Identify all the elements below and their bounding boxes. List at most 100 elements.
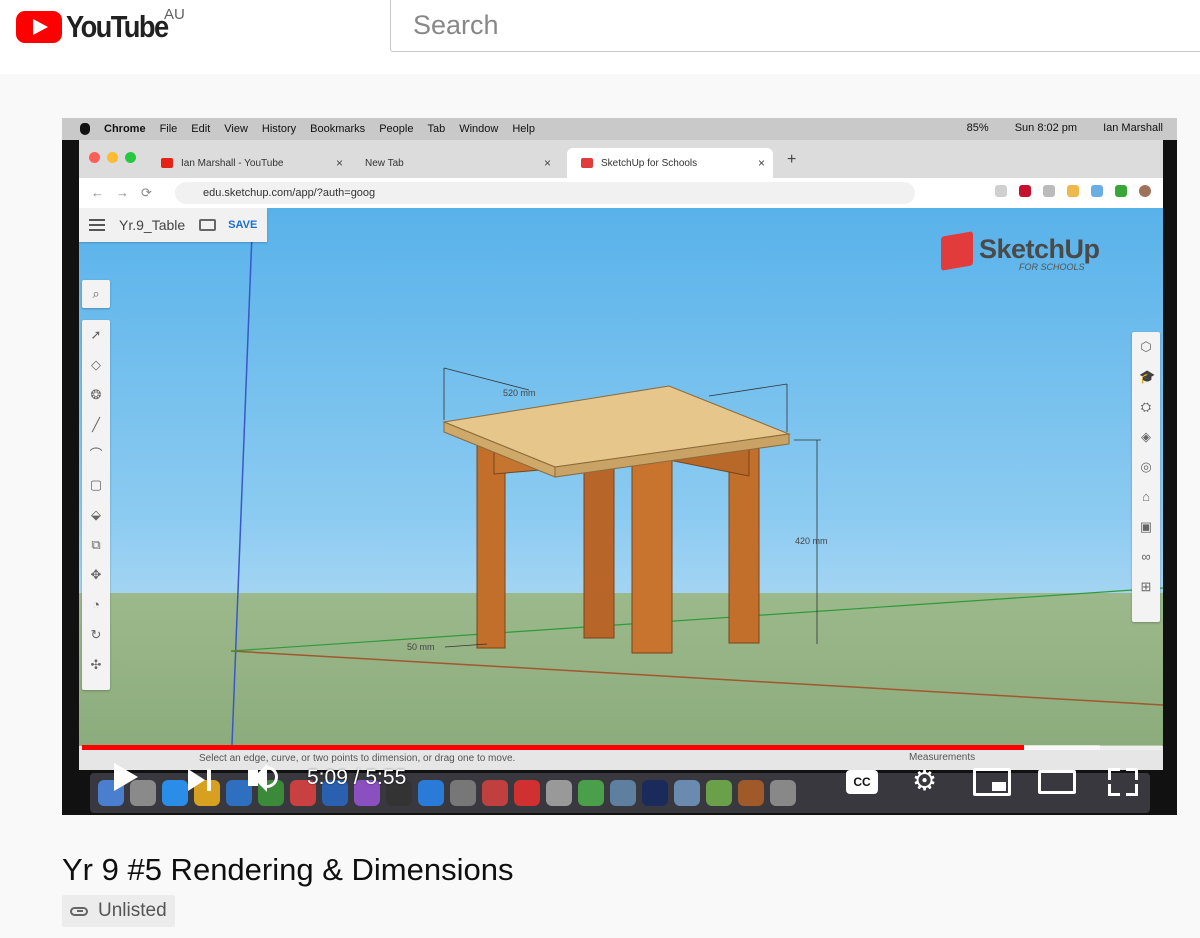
- sketchup-logo: SketchUp FOR SCHOOLS: [941, 231, 1100, 272]
- sketchup-viewport: 520 mm 420 mm 50 mm Yr.9_Table SAVE Sket…: [79, 208, 1163, 770]
- pencil-icon: ╱: [92, 417, 100, 432]
- miniplayer-icon[interactable]: [973, 768, 1011, 796]
- extension-icon: [1115, 185, 1127, 197]
- settings-gear-icon[interactable]: ⚙: [912, 766, 937, 796]
- menu-help: Help: [512, 123, 535, 135]
- extension-icons: [995, 185, 1151, 197]
- calendar-icon: [482, 780, 508, 806]
- eraser-icon: ◇: [91, 357, 101, 372]
- progress-played: [82, 745, 1024, 750]
- window-traffic-lights: [89, 152, 136, 163]
- zoom-light-icon: [125, 152, 136, 163]
- youtube-play-icon: [16, 11, 62, 43]
- url-text: edu.sketchup.com/app/?auth=goog: [203, 187, 376, 199]
- outliner-icon: ⊞: [1140, 579, 1152, 594]
- link-icon: [70, 906, 88, 916]
- visibility-label: Unlisted: [98, 900, 167, 921]
- menu-tab: Tab: [427, 123, 446, 135]
- browser-tab-sketchup: SketchUp for Schools ×: [567, 148, 773, 178]
- folder-icon: [199, 219, 217, 231]
- arc-icon: ⌒: [89, 447, 103, 462]
- save-label: SAVE: [228, 219, 258, 231]
- next-video-icon[interactable]: [188, 769, 205, 791]
- measurements-label: Measurements: [909, 752, 976, 763]
- country-code: AU: [164, 6, 185, 23]
- tab-label: New Tab: [365, 157, 404, 169]
- select-arrow-icon: ➚: [90, 327, 102, 342]
- blue-axis: [230, 208, 254, 770]
- battery-level: 85%: [966, 122, 989, 134]
- paint-bucket-icon: ❂: [90, 387, 102, 402]
- tab-close-icon: ×: [543, 156, 551, 170]
- app-icon: [610, 780, 636, 806]
- search-box[interactable]: [390, 0, 1200, 52]
- sketchup-favicon-icon: [581, 158, 593, 168]
- menu-window: Window: [459, 123, 499, 135]
- progress-buffered: [1023, 745, 1101, 750]
- video-player[interactable]: Chrome File Edit View History Bookmarks …: [62, 118, 1177, 815]
- mac-status-area: 85% Sun 8:02 pm Ian Marshall: [953, 122, 1163, 134]
- status-hint: Select an edge, curve, or two points to …: [199, 752, 516, 764]
- move-icon: ✥: [90, 567, 102, 582]
- dimension-width: 520 mm: [503, 388, 536, 398]
- browser-tab-strip: Ian Marshall - YouTube × New Tab × Sketc…: [79, 140, 1163, 178]
- pan-icon: ✣: [90, 657, 102, 672]
- rectangle-icon: ▢: [89, 477, 103, 492]
- menu-bookmarks: Bookmarks: [310, 123, 366, 135]
- app-store-icon: [418, 780, 444, 806]
- instructor-icon: 🎓: [1139, 369, 1156, 384]
- app-icon: [706, 780, 732, 806]
- profile-avatar: [1139, 185, 1151, 197]
- theater-mode-icon[interactable]: [1038, 770, 1076, 794]
- safari-icon: [162, 780, 188, 806]
- time-display: 5:09 / 5:55: [307, 766, 407, 789]
- youtube-wordmark: YouTube: [66, 9, 169, 44]
- tags-icon: ⌂: [1142, 489, 1150, 504]
- mac-clock: Sun 8:02 pm: [1014, 122, 1078, 134]
- tab-close-icon: ×: [757, 156, 765, 170]
- app-icon: [674, 780, 700, 806]
- youtube-logo[interactable]: YouTube: [16, 9, 181, 44]
- settings-icon: [450, 780, 476, 806]
- menu-file: File: [159, 123, 178, 135]
- sketchup-wordmark: SketchUp: [979, 234, 1100, 264]
- extension-icon: [1091, 185, 1103, 197]
- video-progress-bar[interactable]: [82, 745, 1162, 750]
- fullscreen-icon[interactable]: [1108, 768, 1138, 796]
- nav-arrows-icon: ←→⟳: [91, 185, 164, 200]
- tab-close-icon: ×: [335, 156, 343, 170]
- menu-view: View: [224, 123, 248, 135]
- volume-cone: [253, 764, 267, 792]
- orbit-icon: ↻: [90, 627, 102, 642]
- play-icon[interactable]: [114, 763, 138, 791]
- extension-icon: [995, 185, 1007, 197]
- minimize-light-icon: [107, 152, 118, 163]
- table-leg: [583, 457, 615, 639]
- url-bar: edu.sketchup.com/app/?auth=goog: [175, 182, 915, 204]
- magnifier-icon: ⌕: [92, 286, 100, 301]
- sketchup-logo-icon: [941, 231, 973, 271]
- close-light-icon: [89, 152, 100, 163]
- browser-tab-new: New Tab ×: [351, 148, 559, 178]
- menu-chrome: Chrome: [104, 123, 146, 135]
- table-model: [442, 385, 791, 654]
- menu-people: People: [379, 123, 414, 135]
- sketchup-title-bar: Yr.9_Table SAVE: [79, 208, 268, 242]
- app-icon: [546, 780, 572, 806]
- unlisted-badge: Unlisted: [62, 895, 175, 927]
- youtube-favicon-icon: [161, 158, 173, 168]
- app-icon: [770, 780, 796, 806]
- apple-icon: [80, 123, 90, 135]
- search-input[interactable]: [391, 0, 1113, 50]
- extension-icon: [1067, 185, 1079, 197]
- sketchup-left-toolbar: ➚ ◇ ❂ ╱ ⌒ ▢ ⬙ ⧉ ✥ ◔ ↻ ✣: [82, 320, 110, 690]
- dimension-leg: 50 mm: [407, 642, 435, 652]
- subtitles-button[interactable]: CC: [846, 770, 878, 794]
- display-icon: ∞: [1141, 549, 1151, 564]
- tab-label: SketchUp for Schools: [601, 157, 698, 169]
- components-icon: ⛭: [1140, 399, 1152, 414]
- masthead: YouTube AU: [0, 0, 1200, 74]
- dimension-height: 420 mm: [795, 536, 828, 546]
- tape-measure-icon: ◔: [92, 597, 100, 612]
- offset-icon: ⧉: [91, 537, 101, 552]
